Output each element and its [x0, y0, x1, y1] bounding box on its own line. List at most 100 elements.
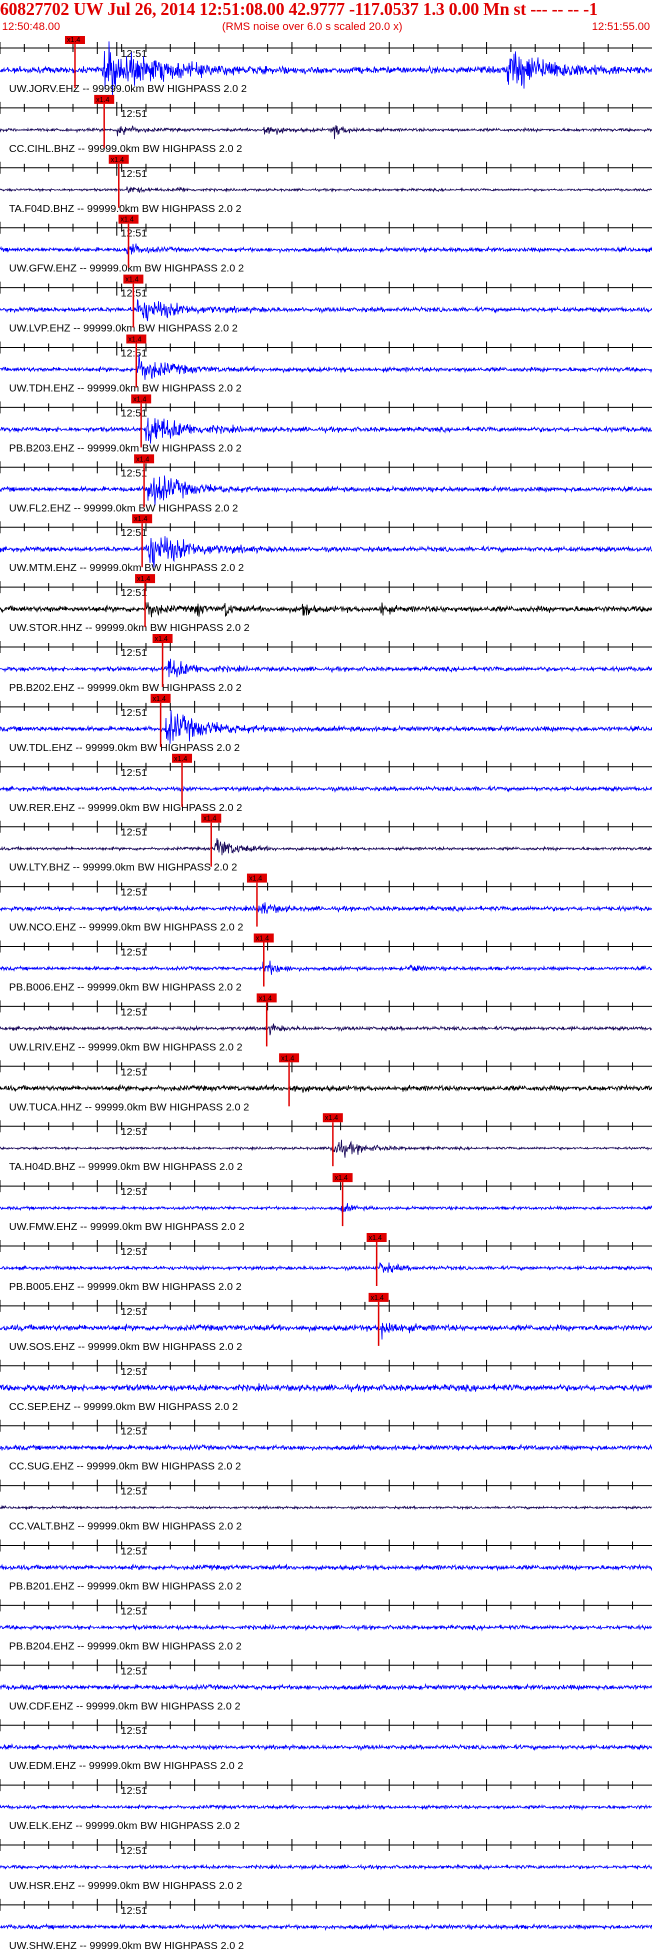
station-label: UW.FL2.EHZ -- 99999.0km BW HIGHPASS 2.0 …	[9, 502, 238, 514]
minute-label: 12:51	[121, 1546, 147, 1558]
pick-label: x1.4	[174, 756, 187, 763]
pick-label: x1.4	[137, 576, 150, 583]
station-label: UW.RER.EHZ -- 99999.0km BW HIGHPASS 2.0 …	[9, 802, 242, 814]
minute-label: 12:51	[121, 1426, 147, 1438]
waveform	[0, 299, 652, 322]
trace-uw-fl2-ehz: 12:51 UW.FL2.EHZ -- 99999.0km BW HIGHPASS…	[0, 454, 652, 514]
pick-label: x1.4	[259, 995, 272, 1002]
pick-label: x1.4	[249, 876, 262, 883]
waveform	[0, 1923, 652, 1931]
minute-label: 12:51	[121, 1605, 147, 1617]
trace-pb-b203-ehz: 12:51 PB.B203.EHZ -- 99999.0km BW HIGHPAS…	[0, 394, 652, 454]
station-label: UW.HSR.EHZ -- 99999.0km BW HIGHPASS 2.0 …	[9, 1880, 242, 1892]
pick-label: x1.4	[96, 97, 109, 104]
waveform	[0, 1322, 652, 1340]
trace-uw-rer-ehz: 12:51 UW.RER.EHZ -- 99999.0km BW HIGHPASS…	[0, 753, 652, 814]
minute-label: 12:51	[121, 1785, 147, 1797]
station-label: UW.SOS.EHZ -- 99999.0km BW HIGHPASS 2.0 …	[9, 1341, 242, 1353]
minute-label: 12:51	[121, 1366, 147, 1378]
station-label: UW.EDM.EHZ -- 99999.0km BW HIGHPASS 2.0 …	[9, 1760, 244, 1772]
minute-label: 12:51	[121, 1006, 147, 1018]
minute-label: 12:51	[121, 407, 147, 419]
station-label: PB.B204.EHZ -- 99999.0km BW HIGHPASS 2.0…	[9, 1640, 242, 1652]
station-label: UW.LRIV.EHZ -- 99999.0km BW HIGHPASS 2.0…	[9, 1041, 243, 1053]
waveform	[0, 475, 652, 506]
minute-label: 12:51	[121, 467, 147, 479]
minute-label: 12:51	[121, 228, 147, 240]
trace-uw-jorv-ehz: 12:51UW.JORV.EHZ -- 99999.0km BW HIGHPAS…	[0, 36, 652, 96]
station-label: CC.CIHL.BHZ -- 99999.0km BW HIGHPASS 2.0…	[9, 143, 242, 155]
trace-uw-cdf-ehz: 12:51 UW.CDF.EHZ -- 99999.0km BW HIGHPASS…	[0, 1659, 652, 1712]
station-label: PB.B006.EHZ -- 99999.0km BW HIGHPASS 2.0…	[9, 982, 242, 994]
station-label: CC.SUG.EHZ -- 99999.0km BW HIGHPASS 2.0 …	[9, 1461, 241, 1473]
event-title: 60827702 UW Jul 26, 2014 12:51:08.00 42.…	[0, 0, 598, 19]
minute-label: 12:51	[121, 1486, 147, 1498]
waveform	[0, 1383, 652, 1393]
station-label: TA.H04D.BHZ -- 99999.0km BW HIGHPASS 2.0…	[9, 1161, 243, 1173]
trace-uw-gfw-ehz: 12:51 UW.GFW.EHZ -- 99999.0km BW HIGHPASS…	[0, 214, 652, 275]
pick-label: x1.4	[134, 516, 147, 523]
minute-label: 12:51	[121, 827, 147, 839]
pick-label: x1.4	[369, 1235, 382, 1242]
waveform	[0, 1023, 652, 1036]
minute-label: 12:51	[121, 527, 147, 539]
trace-cc-cihl-bhz: 12:51 CC.CIHL.BHZ -- 99999.0km BW HIGHPAS…	[0, 94, 652, 155]
minute-label: 12:51	[121, 1725, 147, 1737]
station-label: UW.SHW.EHZ -- 99999.0km BW HIGHPASS 2.0 …	[9, 1940, 244, 1952]
trace-uw-edm-ehz: 12:51 UW.EDM.EHZ -- 99999.0km BW HIGHPASS…	[0, 1719, 652, 1772]
station-label: PB.B201.EHZ -- 99999.0km BW HIGHPASS 2.0…	[9, 1581, 242, 1593]
waveform	[0, 838, 652, 856]
station-label: UW.FMW.EHZ -- 99999.0km BW HIGHPASS 2.0 …	[9, 1221, 245, 1233]
waveform	[0, 960, 652, 975]
pick-label: x1.4	[371, 1295, 384, 1302]
waveform	[0, 125, 652, 140]
waveform	[0, 417, 652, 444]
station-label: UW.JORV.EHZ -- 99999.0km BW HIGHPASS 2.0…	[9, 83, 247, 95]
pick-label: x1.4	[153, 696, 166, 703]
trace-uw-tdh-ehz: 12:51 UW.TDH.EHZ -- 99999.0km BW HIGHPASS…	[0, 334, 652, 395]
trace-cc-valt-bhz: 12:51 CC.VALT.BHZ -- 99999.0km BW HIGHPAS…	[0, 1479, 652, 1533]
minute-label: 12:51	[121, 1306, 147, 1318]
trace-uw-tdl-ehz: 12:51 UW.TDL.EHZ -- 99999.0km BW HIGHPASS…	[0, 693, 652, 754]
waveform	[0, 1803, 652, 1811]
trace-uw-mtm-ehz: 12:51 UW.MTM.EHZ -- 99999.0km BW HIGHPASS…	[0, 514, 652, 574]
trace-cc-sep-ehz: 12:51 CC.SEP.EHZ -- 99999.0km BW HIGHPASS…	[0, 1359, 652, 1413]
minute-label: 12:51	[121, 1845, 147, 1857]
pick-label: x1.4	[256, 936, 269, 943]
station-label: UW.ELK.EHZ -- 99999.0km BW HIGHPASS 2.0 …	[9, 1820, 240, 1832]
waveform	[0, 1443, 652, 1452]
minute-label: 12:51	[121, 767, 147, 779]
waveform	[0, 1683, 652, 1692]
waveform	[0, 902, 652, 914]
station-label: UW.CDF.EHZ -- 99999.0km BW HIGHPASS 2.0 …	[9, 1700, 241, 1712]
station-label: UW.STOR.HHZ -- 99999.0km BW HIGHPASS 2.0…	[9, 622, 250, 634]
minute-label: 12:51	[121, 1246, 147, 1258]
trace-uw-tuca-hhz: 12:51 UW.TUCA.HHZ -- 99999.0km BW HIGHPAS…	[0, 1053, 652, 1113]
trace-ta-h04d-bhz: 12:51 TA.H04D.BHZ -- 99999.0km BW HIGHPAS…	[0, 1113, 652, 1173]
minute-label: 12:51	[121, 108, 147, 120]
pick-label: x1.4	[203, 816, 216, 823]
trace-uw-elk-ehz: 12:51 UW.ELK.EHZ -- 99999.0km BW HIGHPASS…	[0, 1779, 652, 1832]
trace-pb-b005-ehz: 12:51 PB.B005.EHZ -- 99999.0km BW HIGHPAS…	[0, 1233, 652, 1293]
trace-pb-b006-ehz: 12:51 PB.B006.EHZ -- 99999.0km BW HIGHPAS…	[0, 933, 652, 994]
station-label: UW.TDL.EHZ -- 99999.0km BW HIGHPASS 2.0 …	[9, 742, 240, 754]
station-label: UW.NCO.EHZ -- 99999.0km BW HIGHPASS 2.0 …	[9, 922, 244, 934]
pick-label: x1.4	[67, 37, 80, 44]
seismogram-plot: 12:51 UW.JORV.EHZ -- 99999.0km BW HIGHPAS…	[0, 36, 652, 1952]
trace-uw-hsr-ehz: 12:51 UW.HSR.EHZ -- 99999.0km BW HIGHPASS…	[0, 1839, 652, 1892]
trace-uw-fmw-ehz: 12:51 UW.FMW.EHZ -- 99999.0km BW HIGHPASS…	[0, 1173, 652, 1233]
waveform	[0, 1743, 652, 1752]
trace-pb-b204-ehz: 12:51 PB.B204.EHZ -- 99999.0km BW HIGHPAS…	[0, 1599, 652, 1652]
start-time: 12:50:48.00	[2, 21, 61, 33]
minute-label: 12:51	[121, 1665, 147, 1677]
station-label: TA.F04D.BHZ -- 99999.0km BW HIGHPASS 2.0…	[9, 203, 242, 215]
minute-label: 12:51	[121, 587, 147, 599]
minute-label: 12:51	[121, 1126, 147, 1138]
station-label: CC.SEP.EHZ -- 99999.0km BW HIGHPASS 2.0 …	[9, 1401, 238, 1413]
end-time: 12:51:55.00	[591, 21, 650, 33]
waveform	[0, 602, 652, 618]
pick-label: x1.4	[155, 636, 168, 643]
minute-label: 12:51	[121, 168, 147, 180]
trace-uw-shw-ehz: 12:51 UW.SHW.EHZ -- 99999.0km BW HIGHPASS…	[0, 1898, 652, 1952]
header: 60827702 UW Jul 26, 2014 12:51:08.00 42.…	[0, 0, 652, 36]
